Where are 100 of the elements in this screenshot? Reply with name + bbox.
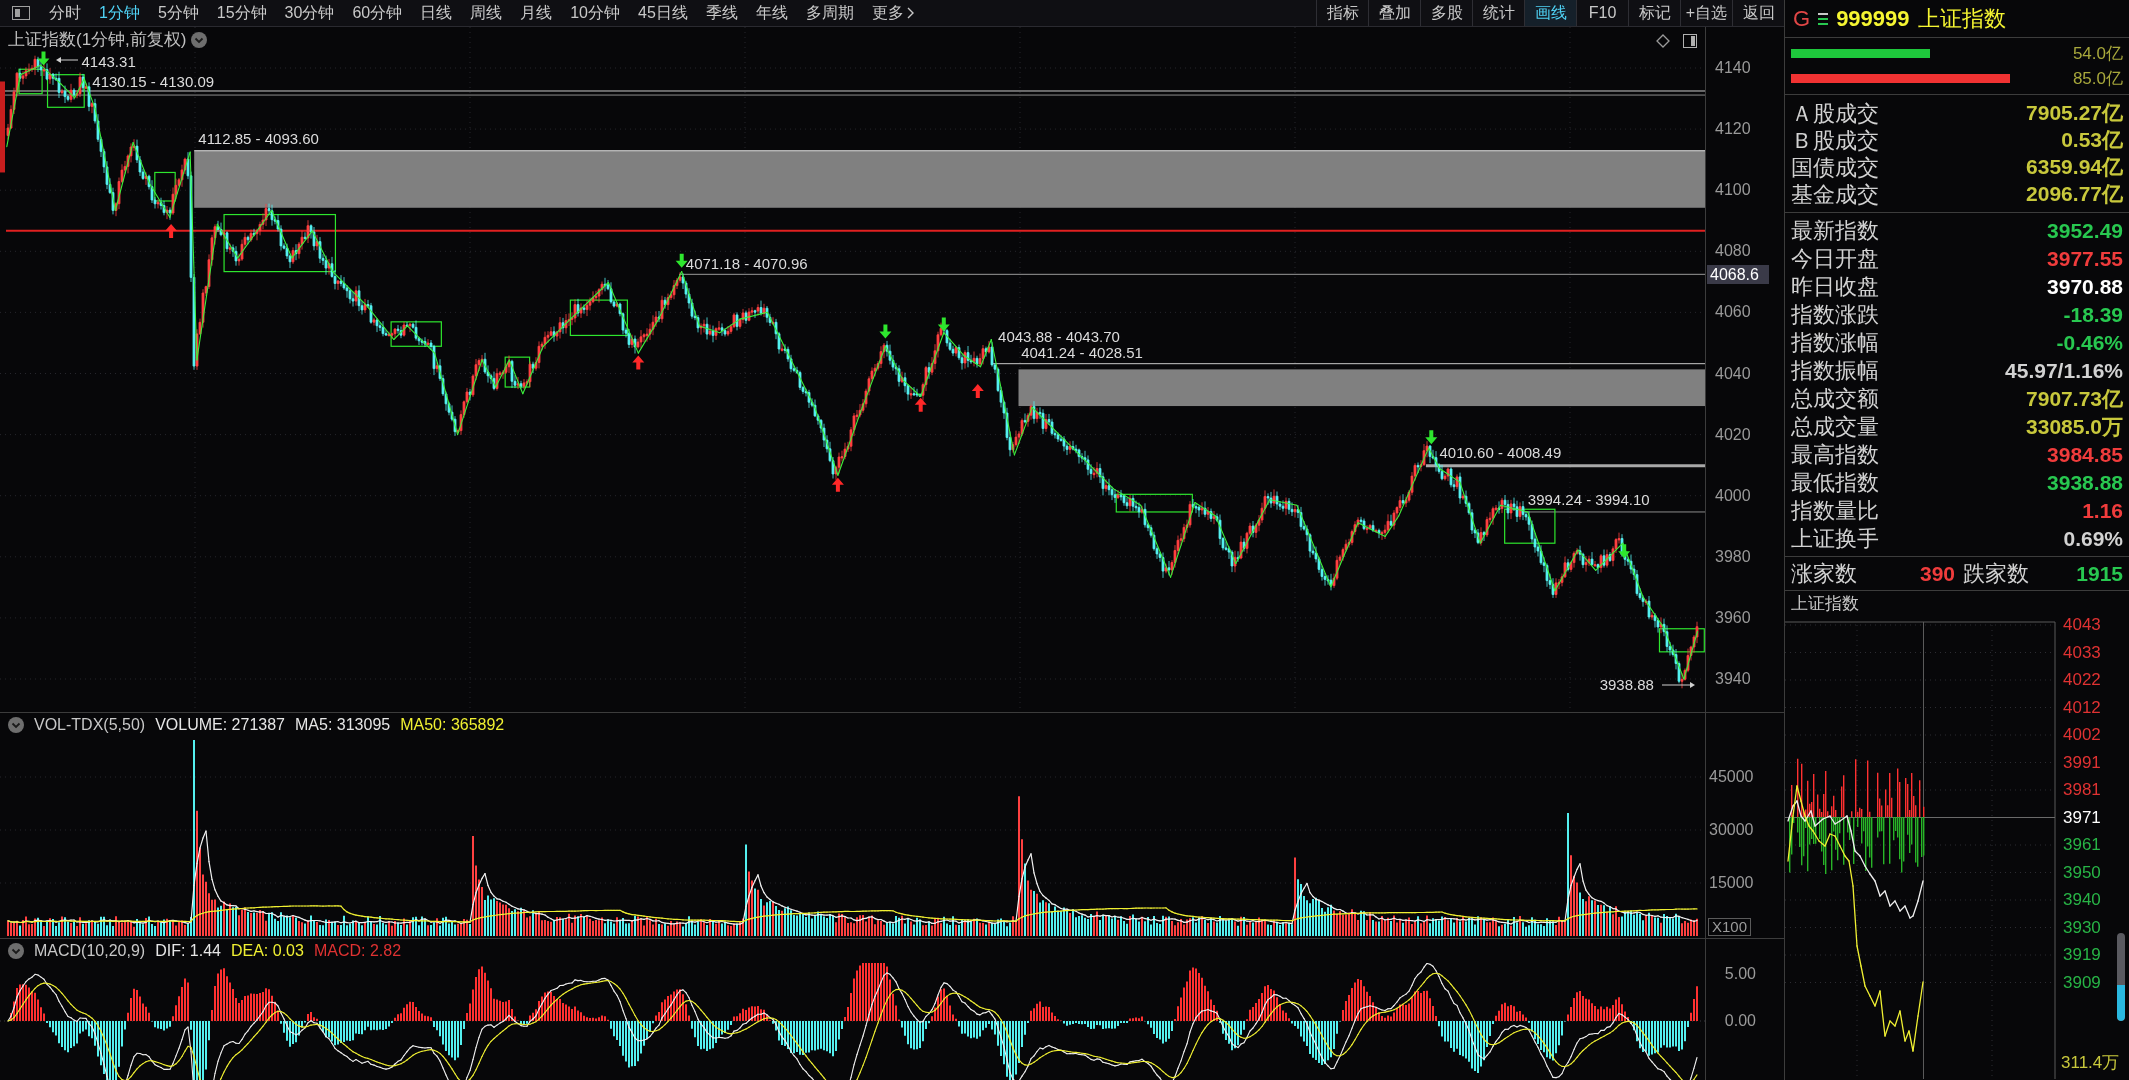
axis-label: 0.00 — [1724, 1012, 1756, 1030]
axis-label: 30000 — [1709, 821, 1754, 839]
stat-value: 1915 — [2075, 560, 2123, 587]
stat-value: -18.39 — [2063, 301, 2123, 328]
edge-marker-icon — [0, 81, 5, 173]
axis-label: 311.4万 — [2061, 1054, 2120, 1072]
axis-label: 15000 — [1709, 874, 1754, 892]
period-tab[interactable]: 更多 — [862, 0, 923, 27]
stat-label: 涨家数 — [1791, 560, 1858, 588]
down-arrow-icon — [879, 324, 892, 339]
diamond-icon[interactable] — [1656, 34, 1670, 48]
stat-value: 7907.73亿 — [2026, 385, 2123, 412]
period-tab[interactable]: 15分钟 — [207, 0, 276, 27]
period-tab[interactable]: 60分钟 — [343, 0, 412, 27]
stat-value: 33085.0万 — [2026, 413, 2123, 440]
price-label: 3938.88 — [1599, 675, 1654, 693]
price-label: 4071.18 - 4070.96 — [685, 254, 808, 272]
axis-label: 3980 — [1715, 547, 1751, 566]
stat-value: 3952.49 — [2047, 217, 2123, 244]
stat-label: 总成交额 — [1791, 385, 1879, 413]
flow-reading: 85.0亿 — [2072, 68, 2123, 89]
indicator-reading: MACD: 2.82 — [313, 941, 402, 961]
menu-icon[interactable] — [1818, 12, 1829, 25]
stat-label: 昨日收盘 — [1791, 273, 1879, 301]
stat-label: 最低指数 — [1791, 469, 1879, 497]
axis-label: 4022 — [2063, 671, 2101, 689]
panel-icon[interactable] — [1683, 34, 1697, 48]
stat-value: 0.69% — [2063, 525, 2123, 552]
stat-label: Ｂ股成交 — [1791, 126, 1879, 155]
axis-label: 3930 — [2063, 918, 2101, 937]
axis-label: 3940 — [1715, 670, 1751, 688]
down-arrow-icon — [37, 51, 50, 66]
scrollbar[interactable] — [2117, 933, 2125, 1021]
chevron-down-icon[interactable] — [8, 943, 24, 959]
current-price-tag: 4068.6 — [1707, 265, 1769, 284]
axis-label: 3981 — [2063, 781, 2101, 799]
indicator-reading: MA5: 313095 — [295, 714, 391, 735]
period-tab[interactable]: 季线 — [696, 0, 747, 27]
axis-label: 4040 — [1715, 364, 1751, 383]
tool-button[interactable]: 标记 — [1628, 0, 1680, 26]
stat-label: 指数涨跌 — [1791, 301, 1879, 329]
period-tab[interactable]: 10分钟 — [561, 0, 629, 27]
stat-label: 国债成交 — [1791, 153, 1879, 182]
axis-label: 4002 — [2063, 726, 2101, 744]
axis-label: 3971 — [2063, 808, 2101, 827]
stat-label: 最高指数 — [1791, 441, 1879, 469]
period-tab[interactable]: 45日线 — [629, 0, 697, 27]
pattern-box — [390, 321, 442, 347]
tool-button[interactable]: 多股 — [1420, 0, 1472, 26]
tool-button[interactable]: 返回 — [1732, 0, 1784, 26]
stat-value: 6359.94亿 — [2026, 154, 2123, 181]
down-arrow-icon — [937, 317, 950, 332]
axis-label: 4000 — [1715, 486, 1751, 505]
chevron-down-icon[interactable] — [8, 716, 24, 733]
indicator-reading: DEA: 0.03 — [230, 941, 304, 961]
down-arrow-icon — [1425, 430, 1438, 445]
pointer-arrow — [1661, 682, 1695, 688]
axis-label: 5.00 — [1724, 965, 1756, 983]
chevron-down-icon[interactable] — [190, 32, 207, 48]
axis-label: 4080 — [1715, 242, 1751, 261]
stat-label: 跌家数 — [1963, 560, 2029, 588]
period-tab[interactable]: 周线 — [461, 0, 512, 27]
stat-label: 总成交量 — [1791, 413, 1879, 441]
period-tab[interactable]: 30分钟 — [275, 0, 344, 27]
stat-value: 7905.27亿 — [2026, 100, 2123, 127]
period-tab[interactable]: 5分钟 — [148, 0, 208, 27]
stat-value: 1.16 — [2082, 497, 2123, 524]
period-tab[interactable]: 日线 — [411, 0, 462, 27]
axis-label: 4043 — [2063, 616, 2101, 634]
period-tab[interactable]: 1分钟 — [90, 0, 149, 27]
period-tab[interactable]: 年线 — [746, 0, 797, 27]
pattern-box — [1504, 508, 1556, 544]
tool-button[interactable]: 叠加 — [1368, 0, 1420, 26]
axis-label: 4060 — [1715, 303, 1751, 322]
tool-button[interactable]: 指标 — [1316, 0, 1368, 26]
indicator-name: MACD(10,20,9) — [34, 941, 146, 961]
indicator-reading: DIF: 1.44 — [155, 941, 221, 961]
stat-value: 3970.88 — [2047, 273, 2123, 300]
period-tab[interactable]: 分时 — [40, 0, 90, 27]
indicator-reading: MA50: 365892 — [400, 714, 505, 735]
price-label: 4041.24 - 4028.51 — [1021, 344, 1143, 361]
axis-label: 3909 — [2063, 973, 2101, 992]
window-icon[interactable] — [12, 6, 30, 20]
axis-label: 3940 — [2063, 891, 2101, 909]
period-tab[interactable]: 多周期 — [796, 0, 863, 27]
chart-title: 上证指数 — [1791, 592, 1859, 615]
axis-label: 3991 — [2063, 753, 2101, 772]
tool-button[interactable]: 画线 — [1524, 0, 1576, 26]
period-tab[interactable]: 月线 — [511, 0, 562, 27]
stat-value: -0.46% — [2056, 329, 2123, 356]
pointer-arrow — [56, 57, 79, 63]
unit-label: X100 — [1708, 918, 1752, 936]
pattern-box — [569, 299, 628, 337]
flow-reading: 54.0亿 — [2072, 43, 2123, 64]
stat-value: 0.53亿 — [2061, 127, 2123, 154]
tool-button[interactable]: +自选 — [1680, 0, 1732, 26]
tool-button[interactable]: F10 — [1576, 0, 1628, 26]
axis-label: 3960 — [1715, 608, 1751, 627]
indicator-reading: VOLUME: 271387 — [155, 714, 285, 735]
stat-label: Ａ股成交 — [1791, 99, 1879, 128]
